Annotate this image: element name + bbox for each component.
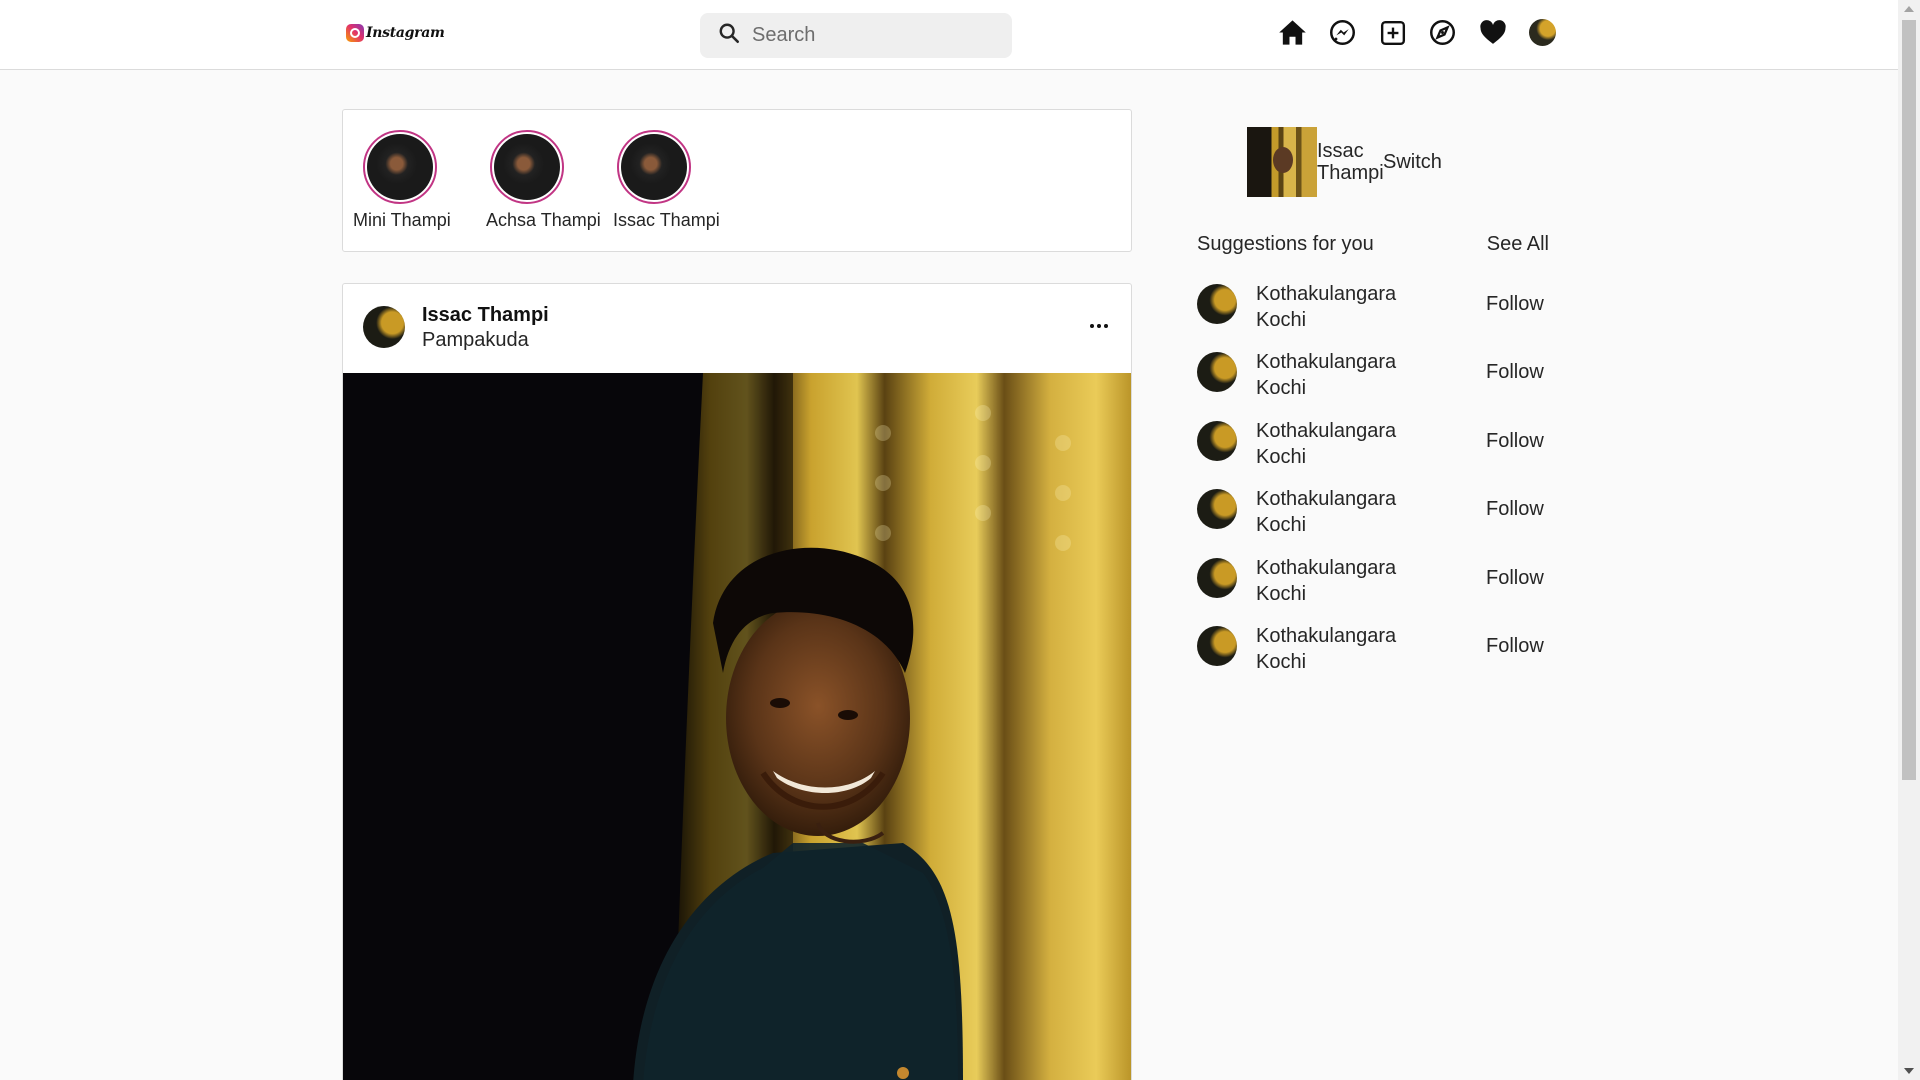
suggestion-name-line2: Kochi — [1256, 377, 1307, 400]
story-name: Mini Thampi — [353, 210, 451, 230]
post-location[interactable]: Pampakuda — [422, 329, 529, 352]
suggestion-avatar[interactable] — [1197, 420, 1237, 461]
suggestion-name[interactable]: Kothakulangara Kochi — [1256, 418, 1396, 470]
story-ring — [490, 130, 564, 204]
post-author-avatar[interactable] — [363, 306, 405, 348]
suggestion-name[interactable]: Kothakulangara Kochi — [1256, 281, 1396, 333]
logo-text: Instagram — [366, 25, 445, 41]
search-input[interactable] — [752, 24, 992, 47]
post-photo[interactable] — [343, 373, 1131, 1080]
follow-button[interactable]: Follow — [1486, 361, 1549, 384]
suggestion-avatar[interactable] — [1197, 557, 1237, 598]
post-photo-illustration — [343, 373, 1131, 1080]
suggestion-name[interactable]: Kothakulangara Kochi — [1256, 486, 1396, 538]
suggestions-list: Kothakulangara Kochi Follow Kothakulangar… — [1197, 279, 1549, 689]
home-icon[interactable] — [1278, 18, 1307, 47]
suggestion-avatar[interactable] — [1197, 284, 1237, 324]
suggestion-item: Kothakulangara Kochi Follow — [1197, 484, 1549, 552]
profile-avatar[interactable] — [1528, 18, 1557, 47]
page-scrollbar[interactable] — [1898, 0, 1920, 1080]
current-user-name[interactable]: Issac Thampi — [1317, 140, 1384, 184]
story-avatar — [367, 134, 433, 200]
suggestion-avatar[interactable] — [1197, 625, 1237, 666]
instagram-logo[interactable]: Instagram — [346, 24, 445, 42]
stories-tray: Mini Thampi Achsa Thampi Issac Thampi — [342, 109, 1132, 252]
suggestion-item: Kothakulangara Kochi Follow — [1197, 621, 1549, 689]
messenger-icon[interactable] — [1328, 18, 1357, 47]
suggestion-name[interactable]: Kothakulangara Kochi — [1256, 555, 1396, 607]
scroll-up-arrow-icon[interactable] — [1904, 6, 1914, 12]
suggestion-item: Kothakulangara Kochi Follow — [1197, 553, 1549, 621]
story-ring — [363, 130, 437, 204]
suggestion-name-line2: Kochi — [1256, 309, 1307, 331]
suggestions-title: Suggestions for you — [1197, 233, 1374, 255]
nav-icons — [1278, 18, 1557, 47]
story-item[interactable]: Issac Thampi — [613, 130, 720, 231]
suggestions-header: Suggestions for you See All — [1197, 233, 1549, 256]
switch-account-button[interactable]: Switch — [1383, 151, 1442, 174]
suggestion-avatar[interactable] — [1197, 352, 1237, 393]
instagram-logo-icon — [346, 24, 364, 42]
suggestion-name-line2: Kochi — [1256, 445, 1307, 468]
profile-avatar-image — [1529, 19, 1556, 46]
search-icon — [718, 22, 740, 49]
story-item[interactable]: Achsa Thampi — [486, 130, 601, 231]
follow-button[interactable]: Follow — [1486, 567, 1549, 590]
suggestion-avatar[interactable] — [1197, 489, 1237, 530]
heart-icon[interactable] — [1478, 18, 1507, 47]
follow-button[interactable]: Follow — [1486, 635, 1549, 658]
suggestion-name[interactable]: Kothakulangara Kochi — [1256, 349, 1396, 401]
suggestion-name-line1: Kothakulangara — [1256, 351, 1397, 374]
suggestion-name-line1: Kothakulangara — [1256, 419, 1397, 442]
see-all-link[interactable]: See All — [1487, 233, 1549, 256]
suggestion-name[interactable]: Kothakulangara Kochi — [1256, 623, 1396, 675]
more-options-icon[interactable] — [1087, 314, 1111, 338]
suggestion-item: Kothakulangara Kochi Follow — [1197, 279, 1549, 347]
story-name: Achsa Thampi — [486, 210, 601, 230]
story-avatar — [494, 134, 560, 200]
suggestion-item: Kothakulangara Kochi Follow — [1197, 416, 1549, 484]
suggestion-name-line2: Kochi — [1256, 514, 1307, 537]
search-box[interactable] — [700, 13, 1012, 58]
story-item[interactable]: Mini Thampi — [353, 130, 451, 231]
new-post-icon[interactable] — [1378, 18, 1407, 47]
suggestion-name-line1: Kothakulangara — [1256, 624, 1397, 647]
story-avatar — [621, 134, 687, 200]
suggestion-name-line2: Kochi — [1256, 582, 1307, 605]
follow-button[interactable]: Follow — [1486, 293, 1549, 316]
current-user-card: Issac Thampi Switch — [1247, 127, 1442, 197]
story-name: Issac Thampi — [613, 210, 720, 230]
scroll-down-arrow-icon[interactable] — [1904, 1068, 1914, 1074]
follow-button[interactable]: Follow — [1486, 498, 1549, 521]
suggestion-name-line1: Kothakulangara — [1256, 283, 1397, 305]
current-user-avatar[interactable] — [1247, 127, 1317, 197]
post-header: Issac Thampi Pampakuda — [343, 284, 1131, 373]
top-navigation-bar: Instagram — [0, 0, 1898, 70]
follow-button[interactable]: Follow — [1486, 430, 1549, 453]
suggestion-name-line2: Kochi — [1256, 650, 1307, 673]
suggestion-name-line1: Kothakulangara — [1256, 556, 1397, 579]
post-username[interactable]: Issac Thampi — [422, 304, 549, 327]
suggestion-name-line1: Kothakulangara — [1256, 488, 1397, 511]
explore-icon[interactable] — [1428, 18, 1457, 47]
feed-post: Issac Thampi Pampakuda — [342, 283, 1132, 1080]
scroll-thumb[interactable] — [1902, 20, 1916, 780]
suggestion-item: Kothakulangara Kochi Follow — [1197, 347, 1549, 415]
story-ring — [617, 130, 691, 204]
